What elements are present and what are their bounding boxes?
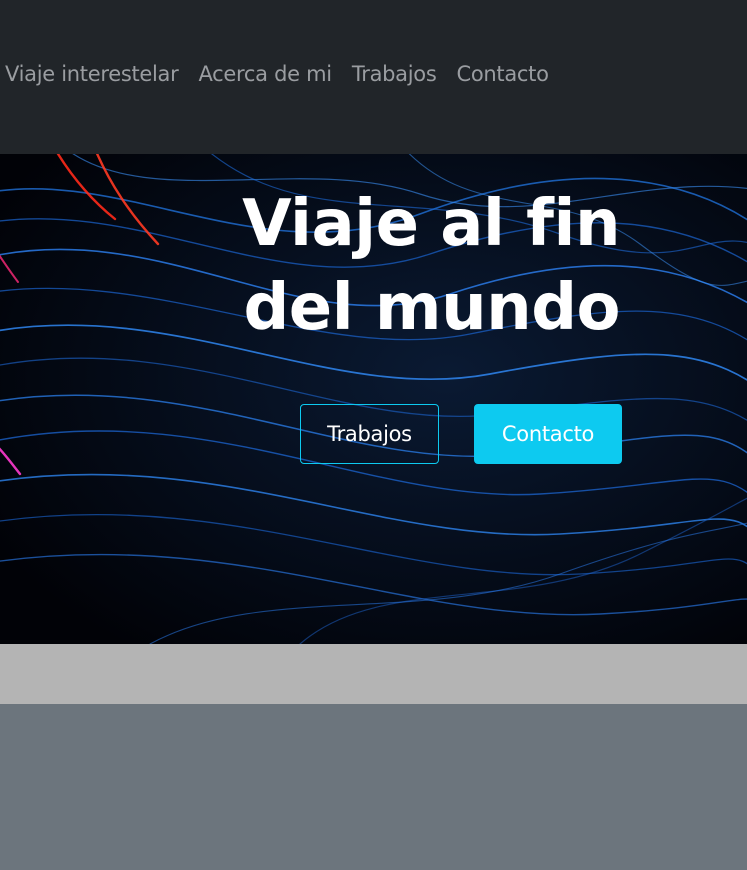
gray-band [0, 644, 747, 704]
nav-item-contacto: Contacto [456, 60, 568, 88]
nav-item-acerca-de-mi: Acerca de mi [198, 60, 351, 88]
nav-item-trabajos: Trabajos [352, 60, 457, 88]
nav-link-trabajos[interactable]: Trabajos [352, 60, 457, 88]
nav-link-acerca-de-mi[interactable]: Acerca de mi [198, 60, 351, 88]
nav-item-viaje-interestelar: Viaje interestelar [5, 60, 198, 88]
nav-link-viaje-interestelar[interactable]: Viaje interestelar [5, 60, 198, 88]
bottom-section [0, 704, 747, 870]
contacto-button[interactable]: Contacto [474, 404, 622, 464]
hero-title: Viaje al fin del mundo [242, 187, 620, 345]
nav-link-contacto[interactable]: Contacto [456, 60, 568, 88]
nav-list: Viaje interestelar Acerca de mi Trabajos… [5, 60, 569, 88]
navbar: Viaje interestelar Acerca de mi Trabajos… [0, 0, 747, 154]
trabajos-button[interactable]: Trabajos [300, 404, 439, 464]
hero-section: Viaje al fin del mundo Trabajos Contacto [0, 154, 747, 644]
